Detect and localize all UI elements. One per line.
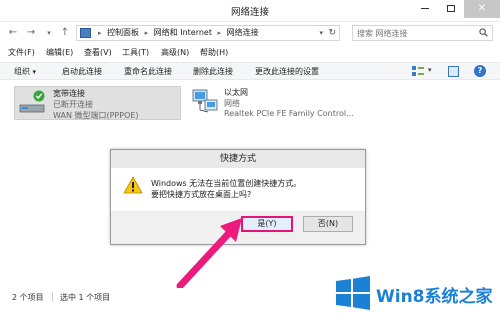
breadcrumb-separator-icon: ▸: [144, 29, 149, 37]
view-options-dropdown-icon[interactable]: ▾: [428, 66, 432, 74]
selected-count: 选中 1 个项目: [60, 293, 111, 302]
connection-name: 宽带连接: [53, 89, 85, 98]
control-panel-icon: [80, 28, 91, 38]
delete-connection-button[interactable]: 删除此连接: [193, 66, 233, 77]
minimize-button[interactable]: [412, 0, 438, 18]
annotation-arrow-icon: [176, 218, 242, 290]
command-bar: 组织 ▾ 启动此连接 重命名此连接 删除此连接 更改此连接的设置 ▾ ?: [0, 62, 500, 80]
connection-device: Realtek PCIe FE Family Control...: [224, 109, 354, 118]
item-count: 2 个项目: [12, 293, 44, 302]
breadcrumb-separator-icon: ▸: [98, 29, 102, 37]
chevron-down-icon: ▾: [47, 29, 51, 37]
address-dropdown-icon[interactable]: ▾: [319, 26, 323, 40]
breadcrumb-network-connections[interactable]: 网络连接: [227, 28, 259, 37]
connection-name: 以太网: [224, 88, 248, 97]
broadband-connection-icon: [19, 90, 45, 113]
search-box: [352, 25, 493, 41]
connection-broadband[interactable]: 宽带连接 已断开连接 WAN 微型端口(PPPOE): [14, 86, 181, 120]
close-icon: ✕: [477, 3, 487, 14]
search-icon[interactable]: [479, 28, 488, 37]
menu-advanced[interactable]: 高级(N): [161, 47, 189, 58]
menu-edit[interactable]: 编辑(E): [46, 47, 73, 58]
forward-arrow-icon: →: [26, 27, 36, 38]
watermark-text: Win8系统之家: [376, 287, 493, 307]
preview-pane-icon[interactable]: [448, 66, 459, 77]
organize-button[interactable]: 组织 ▾: [14, 66, 36, 77]
dialog-title: 快捷方式: [111, 150, 365, 168]
breadcrumb-network-internet[interactable]: 网络和 Internet: [154, 28, 212, 37]
dialog-body: Windows 无法在当前位置创建快捷方式。 要把快捷方式放在桌面上吗?: [111, 168, 365, 211]
connection-device: WAN 微型端口(PPPOE): [53, 111, 139, 120]
forward-button[interactable]: →: [24, 26, 38, 40]
menu-tools[interactable]: 工具(T): [122, 47, 149, 58]
watermark: Win8系统之家: [334, 276, 496, 310]
dialog-message-line2: 要把快捷方式放在桌面上吗?: [151, 190, 252, 199]
maximize-icon: [447, 4, 455, 12]
back-arrow-icon: ←: [8, 27, 18, 38]
menu-help[interactable]: 帮助(H): [200, 47, 228, 58]
up-button[interactable]: ↑: [58, 26, 72, 40]
title-bar: 网络连接 ✕: [0, 0, 500, 22]
menu-file[interactable]: 文件(F): [8, 47, 35, 58]
dialog-message-line1: Windows 无法在当前位置创建快捷方式。: [151, 179, 302, 188]
breadcrumb-separator-icon: ▸: [217, 29, 222, 37]
start-connection-button[interactable]: 启动此连接: [62, 66, 102, 77]
help-icon[interactable]: ?: [474, 65, 486, 77]
connection-status: 已断开连接: [53, 100, 93, 109]
refresh-icon[interactable]: ↻: [328, 26, 336, 40]
address-field[interactable]: ▸ 控制面板 ▸ 网络和 Internet ▸ 网络连接 ▾ ↻: [76, 25, 340, 41]
close-button[interactable]: ✕: [464, 0, 500, 18]
change-view-icon[interactable]: [412, 66, 424, 76]
connection-status: 网络: [224, 99, 240, 108]
breadcrumb-control-panel[interactable]: 控制面板: [107, 28, 139, 37]
organize-label: 组织: [14, 67, 30, 76]
search-input[interactable]: [353, 26, 473, 40]
warning-icon: [123, 176, 143, 194]
windows-logo-icon: [336, 276, 370, 310]
status-divider: [52, 292, 53, 302]
connection-ethernet[interactable]: 以太网 网络 Realtek PCIe FE Family Control...: [186, 86, 356, 120]
up-arrow-icon: ↑: [60, 27, 70, 38]
menu-bar: 文件(F) 编辑(E) 查看(V) 工具(T) 高级(N) 帮助(H): [0, 45, 500, 61]
menu-view[interactable]: 查看(V): [84, 47, 112, 58]
rename-connection-button[interactable]: 重命名此连接: [124, 66, 172, 77]
change-settings-button[interactable]: 更改此连接的设置: [255, 66, 319, 77]
minimize-icon: [421, 7, 429, 9]
maximize-button[interactable]: [438, 0, 464, 18]
no-button[interactable]: 否(N): [303, 216, 353, 232]
chevron-down-icon: ▾: [32, 68, 37, 76]
back-button[interactable]: ←: [6, 26, 20, 40]
address-bar: ← → ▾ ↑ ▸ 控制面板 ▸ 网络和 Internet ▸ 网络连接 ▾ ↻: [0, 23, 500, 43]
ethernet-connection-icon: [192, 89, 218, 113]
recent-locations-button[interactable]: ▾: [42, 26, 56, 40]
